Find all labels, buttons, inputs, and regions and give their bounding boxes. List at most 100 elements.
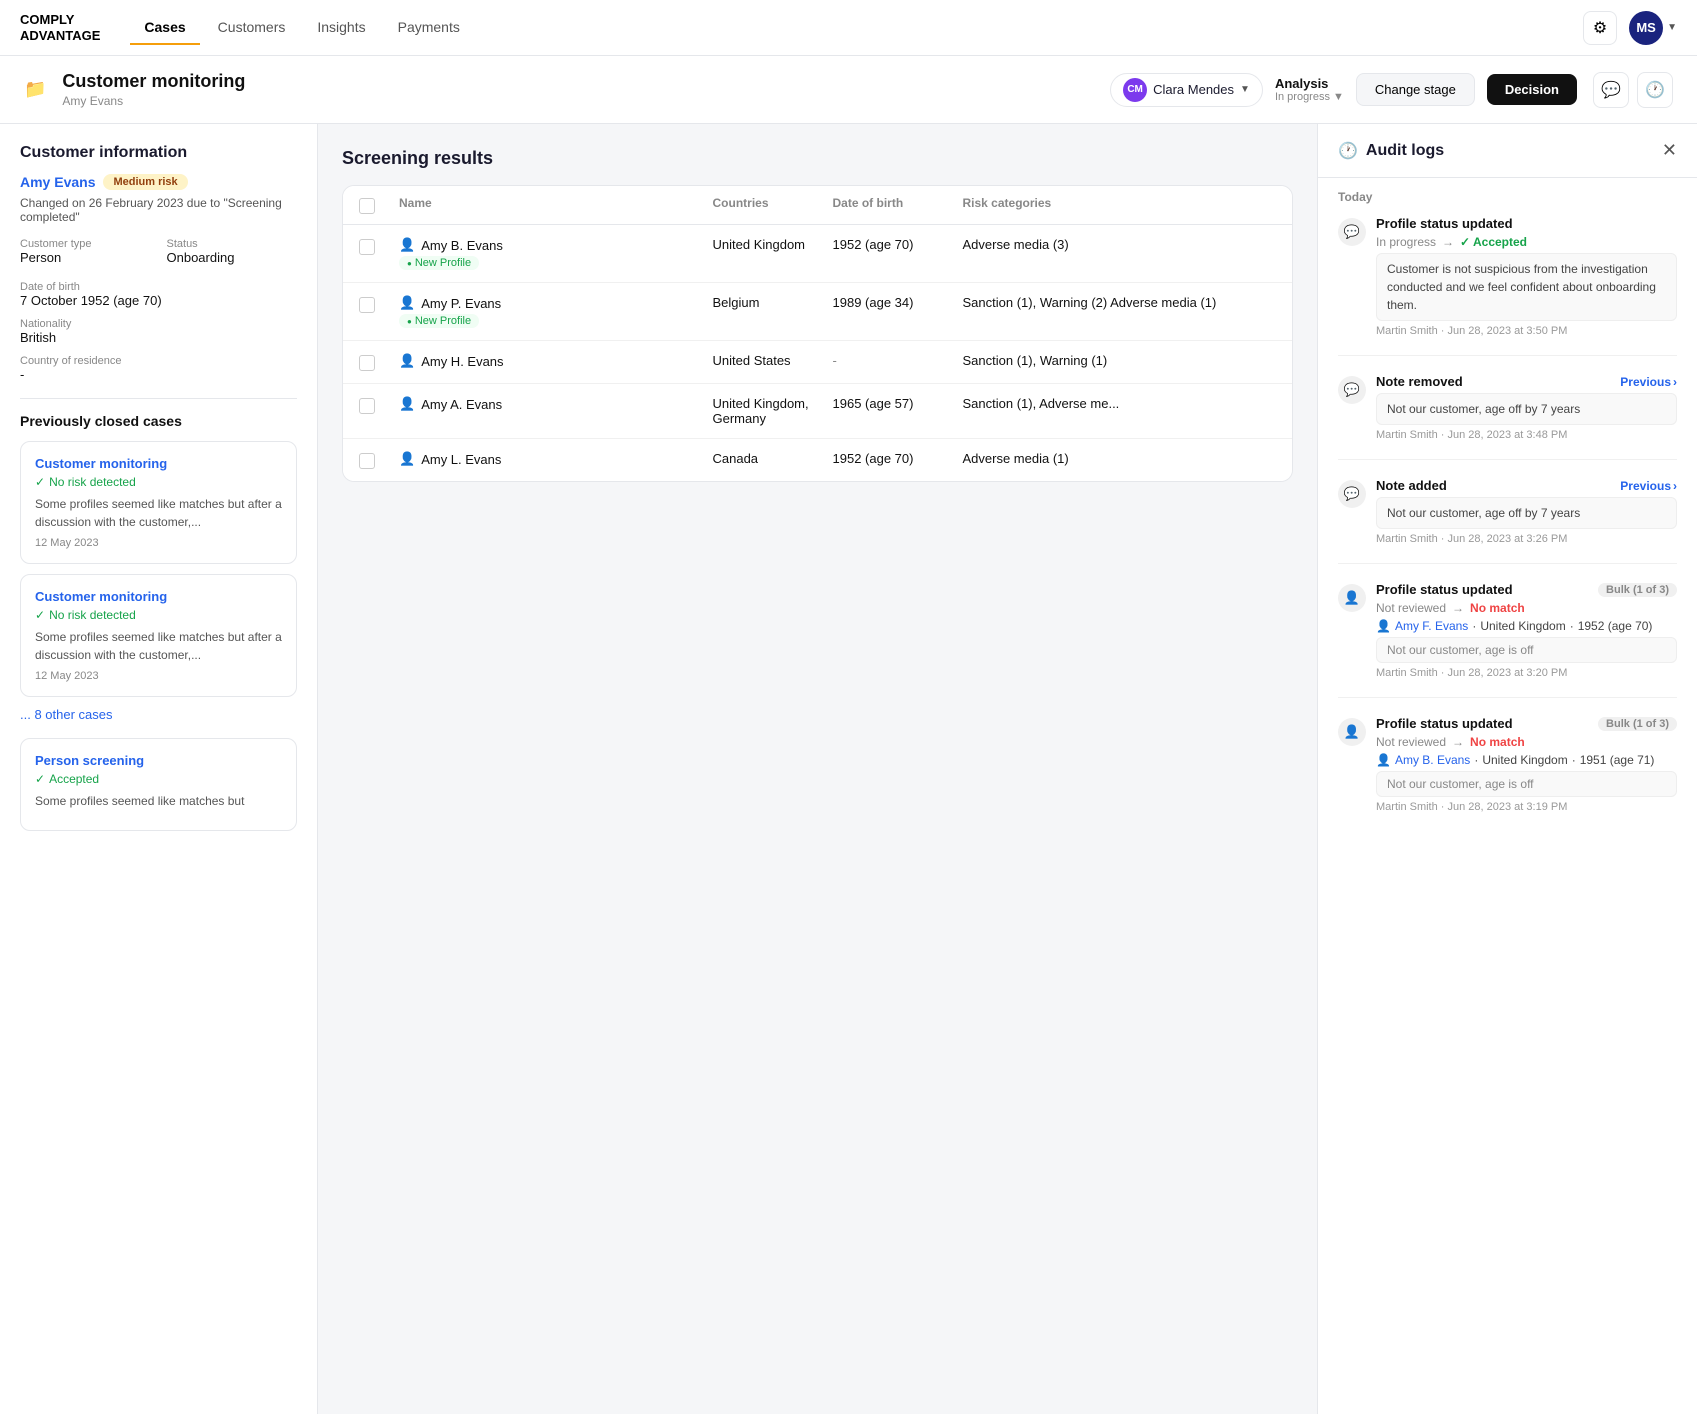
sub-note-5: Not our customer, age is off [1376, 771, 1677, 797]
profile-link-4[interactable]: Amy F. Evans [1395, 619, 1468, 633]
profile-tag-2: New Profile [399, 314, 479, 328]
profile-name-5[interactable]: 👤 Amy L. Evans [399, 451, 713, 467]
other-cases-link[interactable]: ... 8 other cases [20, 707, 297, 722]
risk-badge: Medium risk [103, 174, 187, 190]
profile-name-2[interactable]: 👤 Amy P. Evans [399, 295, 713, 311]
header-center: CM Clara Mendes ▼ Analysis In progress ▼… [1110, 73, 1577, 107]
user-avatar-dropdown[interactable]: MS ▼ [1629, 11, 1677, 45]
audit-close-button[interactable]: ✕ [1662, 140, 1677, 161]
bulk-badge-5: Bulk (1 of 3) [1598, 717, 1677, 731]
audit-title: Audit logs [1366, 142, 1654, 160]
table-row: 👤 Amy A. Evans United Kingdom, Germany 1… [343, 384, 1292, 439]
person-screening-card[interactable]: Person screening ✓ Accepted Some profile… [20, 738, 297, 831]
nav-links: Cases Customers Insights Payments [130, 11, 1553, 45]
audit-item-3: 💬 Note added Previous › Not our customer… [1338, 478, 1677, 564]
audit-meta-1: Martin Smith · Jun 28, 2023 at 3:50 PM [1376, 325, 1677, 337]
profile-person-icon: 👤 [399, 451, 415, 467]
risk-3: Sanction (1), Warning (1) [963, 353, 1277, 368]
main-layout: Customer information Amy Evans Medium ri… [0, 124, 1697, 1414]
case-card-2[interactable]: Customer monitoring ✓ No risk detected S… [20, 574, 297, 697]
comments-button[interactable]: 💬 [1593, 72, 1629, 108]
audit-item-5: 👤 Profile status updated Bulk (1 of 3) N… [1338, 716, 1677, 831]
history-button[interactable]: 🕐 [1637, 72, 1673, 108]
audit-icon-3: 💬 [1338, 480, 1366, 508]
dob-2: 1989 (age 34) [833, 295, 963, 310]
nav-cases[interactable]: Cases [130, 11, 199, 45]
audit-item-1: 💬 Profile status updated In progress → ✓… [1338, 216, 1677, 356]
country-2: Belgium [713, 295, 833, 310]
case-card-2-link[interactable]: Customer monitoring [35, 589, 282, 604]
dob-value: 7 October 1952 (age 70) [20, 293, 297, 308]
country-3: United States [713, 353, 833, 368]
row-checkbox-3[interactable] [359, 355, 375, 371]
audit-day-label: Today [1338, 190, 1677, 204]
audit-event-1-title: Profile status updated [1376, 216, 1513, 231]
profile-name-4[interactable]: 👤 Amy A. Evans [399, 396, 713, 412]
risk-2: Sanction (1), Warning (2) Adverse media … [963, 295, 1277, 310]
row-checkbox-5[interactable] [359, 453, 375, 469]
nationality-value: British [20, 330, 297, 345]
table-row: 👤 Amy P. Evans New Profile Belgium 1989 … [343, 283, 1292, 341]
case-card-1[interactable]: Customer monitoring ✓ No risk detected S… [20, 441, 297, 564]
sub-note-4: Not our customer, age is off [1376, 637, 1677, 663]
chevron-down-icon: ▼ [1667, 22, 1677, 33]
nav-payments[interactable]: Payments [384, 11, 474, 45]
select-all-checkbox[interactable] [359, 198, 375, 214]
row-checkbox-2[interactable] [359, 297, 375, 313]
person-icon-5: 👤 [1376, 753, 1391, 767]
profile-tag-1: New Profile [399, 256, 479, 270]
profile-name-1[interactable]: 👤 Amy B. Evans [399, 237, 713, 253]
person-screening-desc: Some profiles seemed like matches but [35, 792, 282, 810]
nationality-label: Nationality [20, 318, 297, 330]
logo: COMPLY ADVANTAGE [20, 12, 100, 43]
audit-event-4-title: Profile status updated [1376, 582, 1513, 597]
risk-1: Adverse media (3) [963, 237, 1277, 252]
dob-4: 1965 (age 57) [833, 396, 963, 411]
previous-link-3[interactable]: Previous › [1620, 479, 1677, 493]
assignee-pill[interactable]: CM Clara Mendes ▼ [1110, 73, 1263, 107]
country-1: United Kingdom [713, 237, 833, 252]
decision-button[interactable]: Decision [1487, 74, 1577, 105]
row-checkbox-1[interactable] [359, 239, 375, 255]
header-actions: 💬 🕐 [1593, 72, 1673, 108]
audit-content-2: Note removed Previous › Not our customer… [1376, 374, 1677, 441]
nav-insights[interactable]: Insights [303, 11, 379, 45]
customer-info-title: Customer information [20, 144, 297, 162]
profile-name-3[interactable]: 👤 Amy H. Evans [399, 353, 713, 369]
profile-detail-5: 👤 Amy B. Evans · United Kingdom · 1951 (… [1376, 753, 1677, 767]
previous-link-2[interactable]: Previous › [1620, 375, 1677, 389]
settings-button[interactable]: ⚙ [1583, 11, 1617, 45]
profile-link-5[interactable]: Amy B. Evans [1395, 753, 1470, 767]
profile-person-icon: 👤 [399, 237, 415, 253]
audit-item-2: 💬 Note removed Previous › Not our custom… [1338, 374, 1677, 460]
case-card-1-link[interactable]: Customer monitoring [35, 456, 282, 471]
folder-icon: 📁 [24, 79, 46, 100]
person-screening-link[interactable]: Person screening [35, 753, 282, 768]
col-dob: Date of birth [833, 196, 963, 214]
audit-meta-5: Martin Smith · Jun 28, 2023 at 3:19 PM [1376, 801, 1677, 813]
audit-event-3-title: Note added [1376, 478, 1447, 493]
stage-block[interactable]: Analysis In progress ▼ [1275, 76, 1344, 103]
dob-label: Date of birth [20, 281, 297, 293]
audit-icon-2: 💬 [1338, 376, 1366, 404]
info-grid: Customer type Person Status Onboarding [20, 238, 297, 265]
col-countries: Countries [713, 196, 833, 214]
left-panel: Customer information Amy Evans Medium ri… [0, 124, 318, 1414]
audit-icon-1: 💬 [1338, 218, 1366, 246]
audit-event-5-title: Profile status updated [1376, 716, 1513, 731]
history-icon: 🕐 [1338, 141, 1358, 161]
risk-5: Adverse media (1) [963, 451, 1277, 466]
nav-customers[interactable]: Customers [204, 11, 300, 45]
screening-table: Name Countries Date of birth Risk catego… [342, 185, 1293, 482]
person-screening-status: ✓ Accepted [35, 772, 282, 786]
case-card-1-status: ✓ No risk detected [35, 475, 282, 489]
case-header: 📁 Customer monitoring Amy Evans CM Clara… [0, 56, 1697, 124]
change-stage-button[interactable]: Change stage [1356, 73, 1475, 106]
case-card-1-desc: Some profiles seemed like matches but af… [35, 495, 282, 531]
row-checkbox-4[interactable] [359, 398, 375, 414]
customer-name-link[interactable]: Amy Evans [20, 174, 95, 190]
audit-note-2: Not our customer, age off by 7 years [1376, 393, 1677, 425]
table-row: 👤 Amy H. Evans United States - Sanction … [343, 341, 1292, 384]
residence-label: Country of residence [20, 355, 297, 367]
status-label: Status [167, 238, 298, 250]
